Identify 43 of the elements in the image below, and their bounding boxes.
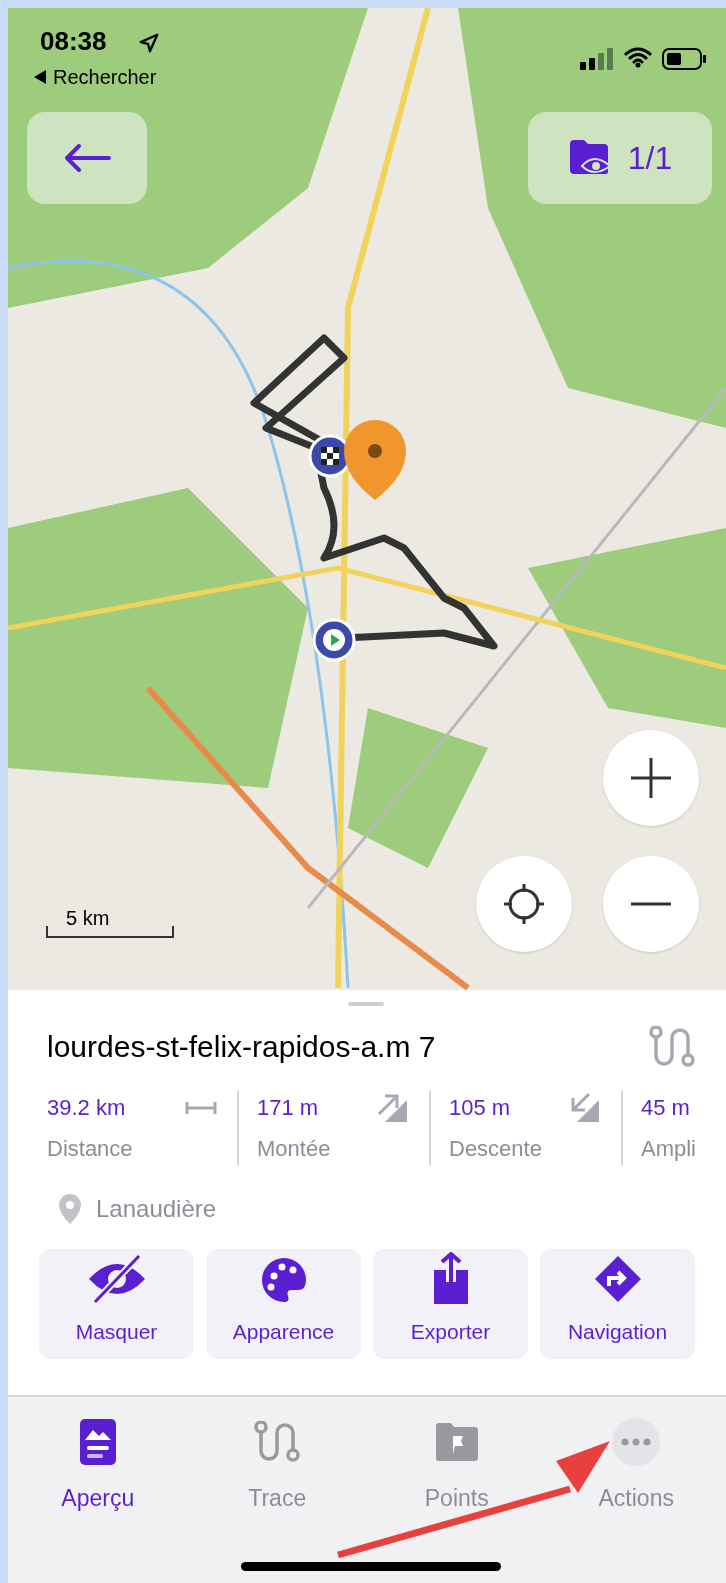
more-icon [612,1418,661,1466]
wifi-icon [624,46,652,68]
back-arrow-icon [63,143,111,173]
stat-label: Ampli [641,1135,696,1163]
map-pin-icon [342,418,408,502]
stat-value: 45 m [641,1094,690,1122]
share-icon [431,1251,470,1304]
route-icon [253,1421,302,1463]
minus-icon [629,902,673,906]
stat-label: Distance [47,1135,134,1163]
track-title: lourdes-st-felix-rapidos-a.m 7 [47,1029,436,1065]
location-label: Lanaudière [96,1194,217,1224]
crosshair-icon [502,882,546,926]
location-pin-icon [58,1193,82,1225]
stat-label: Descente [449,1135,543,1163]
action-button[interactable]: Masquer [39,1249,194,1359]
battery-icon [662,48,706,70]
descent-icon [569,1091,601,1124]
back-button[interactable] [27,112,147,204]
folder-flag-icon [434,1422,479,1462]
stat-label: Montée [257,1135,332,1163]
signal-icon [580,48,616,70]
location-arrow-icon [138,32,160,54]
photo-card-icon [78,1418,117,1466]
palette-icon [259,1255,308,1304]
route-icon [648,1025,696,1068]
action-button[interactable]: Apparence [206,1249,361,1359]
scale-bar-icon [46,926,174,938]
action-button[interactable]: Navigation [540,1249,695,1359]
stat-value: 39.2 km [47,1094,126,1122]
tab[interactable]: Aperçu [8,1397,188,1517]
plus-icon [629,756,673,800]
stat-value: 105 m [449,1094,511,1122]
layers-button[interactable]: 1/1 [528,112,712,204]
back-to-app-link[interactable]: Rechercher [53,65,157,90]
action-button[interactable]: Exporter [373,1249,528,1359]
sheet-handle[interactable] [348,1002,384,1006]
status-time: 08:38 [40,28,107,54]
width-ruler-icon [185,1100,217,1115]
scale-label: 5 km [66,908,110,928]
back-triangle-icon [34,70,46,84]
stat-value: 171 m [257,1094,319,1122]
start-marker-icon [312,618,356,662]
